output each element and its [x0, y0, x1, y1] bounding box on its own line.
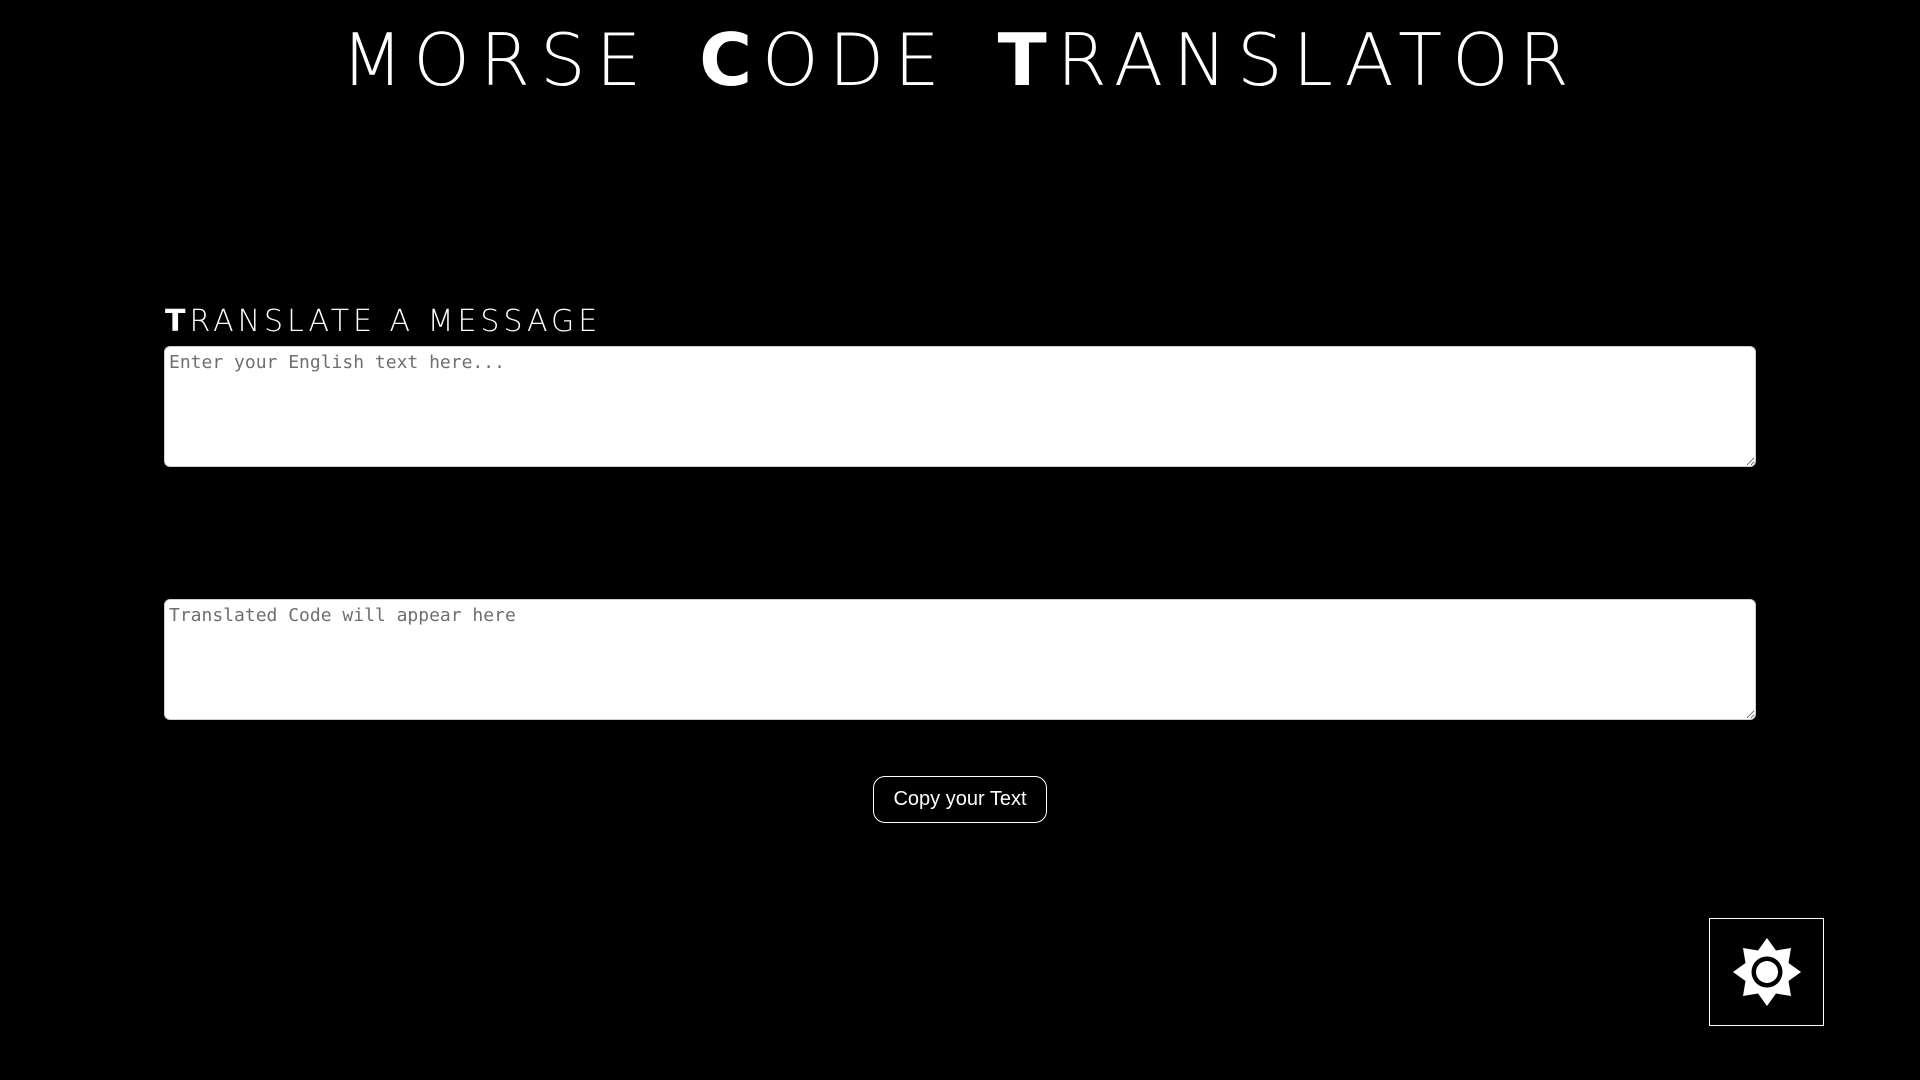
- page-title: MORSE CODE TRANSLATOR: [0, 22, 1920, 98]
- heading-rest: RANSLATE A MESSAGE: [189, 304, 602, 339]
- sun-icon: [1732, 938, 1801, 1006]
- title-lead-letter: C: [699, 18, 763, 102]
- title-word-morse: MORSE: [341, 22, 651, 98]
- english-text-input[interactable]: [164, 346, 1756, 467]
- translate-section-heading: TRANSLATE A MESSAGE: [165, 302, 601, 342]
- title-lead-letter: T: [997, 18, 1057, 102]
- heading-lead-letter: T: [165, 304, 190, 339]
- title-word-translator: TRANSLATOR: [998, 22, 1579, 98]
- title-word-rest: RANSLATOR: [1056, 18, 1579, 102]
- theme-toggle-button[interactable]: [1709, 918, 1824, 1026]
- title-word-rest: ORSE: [413, 18, 652, 102]
- morse-translator-page: MORSE CODE TRANSLATOR TRANSLATE A MESSAGE …: [0, 0, 1920, 1080]
- copy-text-button[interactable]: Copy your Text: [873, 776, 1047, 823]
- morse-code-output[interactable]: [164, 599, 1756, 720]
- title-word-code: CODE: [699, 22, 949, 98]
- title-word-rest: ODE: [762, 18, 950, 102]
- title-lead-letter: M: [341, 18, 414, 102]
